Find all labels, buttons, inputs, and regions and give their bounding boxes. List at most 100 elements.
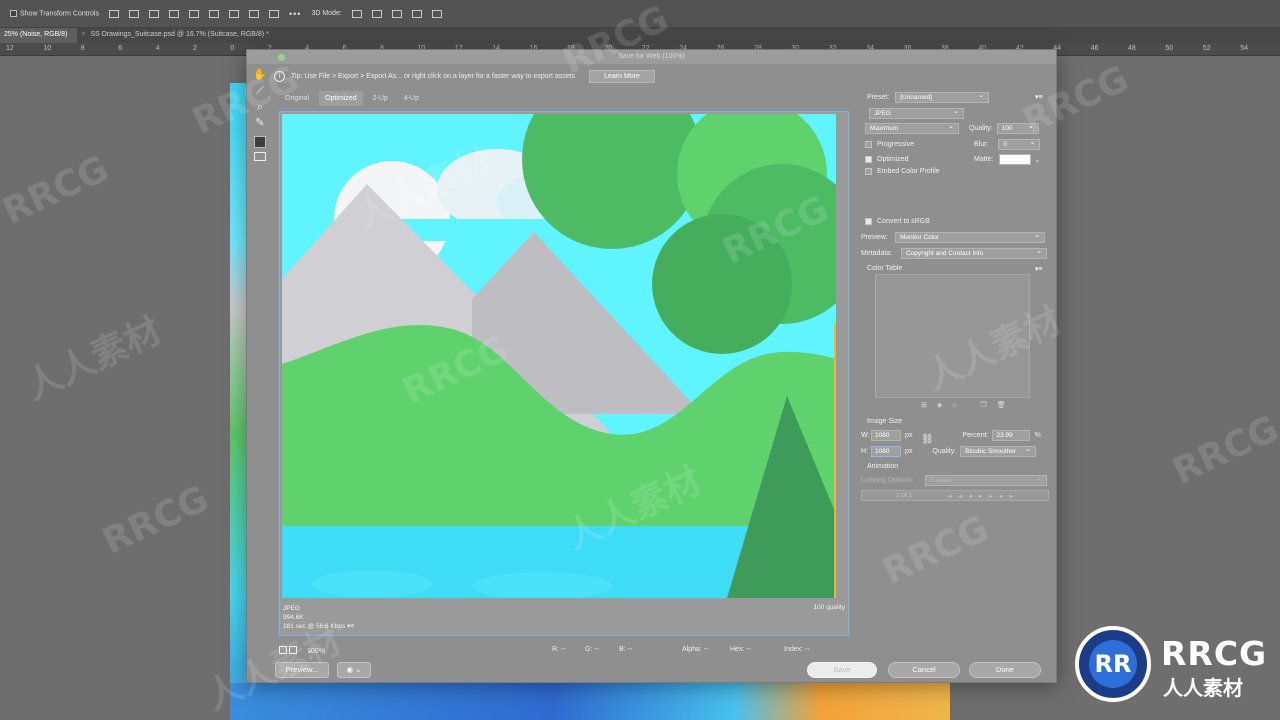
align-middle-icon[interactable] — [128, 9, 139, 18]
browser-icon: ◉ ⌄ — [346, 665, 362, 674]
browser-select[interactable]: ◉ ⌄ — [337, 662, 371, 678]
3d-rotate-icon[interactable] — [351, 9, 362, 18]
looping-options-label: Looping Options: — [861, 477, 914, 484]
done-button[interactable]: Done — [969, 662, 1041, 678]
web-shift-icon[interactable]: ◈ — [937, 401, 942, 409]
preview-color-select[interactable]: Monitor Color — [895, 231, 1045, 243]
color-table[interactable] — [875, 274, 1030, 398]
image-preview-pane[interactable]: JPEG 994.6K 181 sec @ 56.6 Kbps ▾≡ 100 q… — [279, 111, 849, 636]
distribute-bottom-icon[interactable] — [268, 9, 279, 18]
distribute-middle-icon[interactable] — [248, 9, 259, 18]
watermark: RRCG — [96, 478, 215, 563]
progressive-checkbox[interactable] — [865, 141, 872, 148]
tab-optimized[interactable]: Optimized — [319, 91, 363, 106]
preset-select[interactable]: [Unnamed] — [895, 91, 990, 103]
eyedropper-icon[interactable]: ✎ — [253, 116, 267, 130]
preview-download-time[interactable]: 181 sec @ 56.6 Kbps ▾≡ — [283, 622, 354, 631]
ruler-tick-label: 8 — [80, 45, 85, 52]
quality-input[interactable]: 100 — [996, 122, 1039, 134]
ruler-tick-label: 46 — [1090, 45, 1099, 52]
close-icon[interactable]: × — [81, 31, 85, 38]
readout-hex: Hex: -- — [730, 646, 751, 653]
zoom-tool-icon[interactable]: ⌕ — [253, 100, 267, 114]
ruler-tick-label: 54 — [1240, 45, 1248, 52]
width-input[interactable]: 1080 — [871, 430, 901, 441]
matte-color-swatch[interactable] — [999, 154, 1032, 165]
distribute-top-icon[interactable] — [228, 9, 239, 18]
optimize-menu-icon[interactable]: ▾≡ — [1035, 93, 1043, 101]
preview-format: JPEG — [283, 605, 300, 612]
frame-playback-icons[interactable]: ◂◂◂▸▸▸▸ — [948, 492, 1020, 500]
doc-tab-noise[interactable]: 25% (Noise, RGB/8) — [0, 28, 78, 43]
learn-more-button[interactable]: Learn More — [589, 70, 655, 83]
compression-select[interactable]: Maximum — [865, 122, 959, 134]
3d-drag-icon[interactable] — [391, 9, 402, 18]
slice-select-icon[interactable]: ⟋ — [253, 84, 267, 98]
map-color-icon[interactable]: ⊞ — [921, 401, 927, 409]
height-input[interactable]: 1080 — [871, 446, 901, 457]
matte-label: Matte: — [974, 156, 994, 163]
zoom-out-button[interactable] — [279, 646, 287, 654]
tip-text: Tip: Use File > Export > Export As... or… — [291, 73, 576, 80]
eyedropper-color-swatch[interactable] — [254, 136, 266, 148]
tab-2-up[interactable]: 2-Up — [367, 91, 394, 106]
cancel-button[interactable]: Cancel — [888, 662, 960, 678]
image-size-label: Image Size — [867, 418, 903, 425]
doc-tab-label: SS Drawings_Suitcase.psd @ 16.7% (Suitca… — [90, 31, 269, 38]
dialog-footer: Preview... ◉ ⌄ Save Cancel Done — [247, 658, 1058, 684]
readout-index: Index: -- — [784, 646, 810, 653]
delete-color-icon[interactable]: 🗑 — [997, 401, 1006, 409]
preview-quality: 100 quality — [813, 604, 845, 611]
options-bar: Show Transform Controls ••• 3D Mode: — [0, 0, 1280, 28]
save-button[interactable]: Save — [807, 662, 877, 678]
resample-quality-select[interactable]: Bicubic Smoother — [960, 445, 1037, 457]
watermark: 人人素材 — [19, 310, 168, 409]
align-right-icon[interactable] — [208, 9, 219, 18]
dialog-titlebar[interactable]: Save for Web (100%) — [247, 50, 1056, 64]
blur-input[interactable]: 0 — [998, 138, 1041, 150]
view-tabs: Original Optimized 2-Up 4-Up — [279, 91, 429, 106]
show-transform-label: Show Transform Controls — [20, 10, 99, 18]
file-format-select[interactable]: JPEG — [869, 107, 964, 119]
percent-input[interactable]: 23.99 — [992, 430, 1031, 441]
quality-label: Quality: — [969, 125, 993, 132]
window-close-icon[interactable] — [278, 54, 285, 61]
ruler-tick-label: 52 — [1202, 45, 1211, 52]
doc-tab-suitcase[interactable]: × SS Drawings_Suitcase.psd @ 16.7% (Suitc… — [77, 28, 278, 43]
ruler-tick-label: 12 — [6, 45, 14, 52]
metadata-select[interactable]: Copyright and Contact Info — [901, 247, 1047, 259]
3d-slide-icon[interactable] — [411, 9, 422, 18]
lock-color-icon[interactable]: ⌂ — [952, 402, 956, 409]
tab-4-up[interactable]: 4-Up — [398, 91, 425, 106]
more-options-icon[interactable]: ••• — [289, 9, 301, 19]
align-bottom-icon[interactable] — [148, 9, 159, 18]
link-dimensions-icon[interactable]: ⛓ — [921, 434, 934, 445]
embed-color-profile-checkbox[interactable] — [865, 168, 872, 175]
tab-original[interactable]: Original — [279, 91, 315, 106]
color-table-menu-icon[interactable]: ▾≡ — [1035, 265, 1043, 273]
download-time-text: 181 sec @ 56.6 Kbps — [283, 623, 346, 630]
preview-in-browser-button[interactable]: Preview... — [275, 662, 329, 678]
tip-bar: i Tip: Use File > Export > Export As... … — [274, 68, 852, 85]
3d-camera-icon[interactable] — [431, 9, 442, 18]
zoom-in-button[interactable] — [289, 646, 297, 654]
ruler-tick-label: 2 — [193, 45, 197, 52]
looping-options-select[interactable]: Forever — [925, 474, 1047, 486]
convert-srgb-checkbox[interactable] — [865, 218, 872, 225]
optimize-settings-panel: Preset: [Unnamed] ▾≡ JPEG Maximum Qualit… — [861, 88, 1051, 508]
menu-icon[interactable]: ▾≡ — [347, 623, 354, 630]
align-top-icon[interactable] — [108, 9, 119, 18]
new-color-icon[interactable]: ❐ — [981, 401, 987, 409]
chevron-down-icon[interactable]: ⌄ — [1034, 156, 1040, 164]
zoom-level-select[interactable]: 100% ⌄ — [307, 646, 325, 655]
toggle-slices-icon[interactable] — [254, 152, 266, 161]
preset-label: Preset: — [867, 94, 890, 101]
optimized-checkbox[interactable] — [865, 156, 872, 163]
hand-tool-icon[interactable]: ✋ — [253, 68, 267, 82]
3d-roll-icon[interactable] — [371, 9, 382, 18]
preview-color-label: Preview: — [861, 234, 888, 241]
show-transform-checkbox[interactable]: Show Transform Controls — [10, 9, 99, 18]
align-left-icon[interactable] — [168, 9, 179, 18]
align-center-icon[interactable] — [188, 9, 199, 18]
doc-tab-label: 25% (Noise, RGB/8) — [4, 31, 68, 38]
